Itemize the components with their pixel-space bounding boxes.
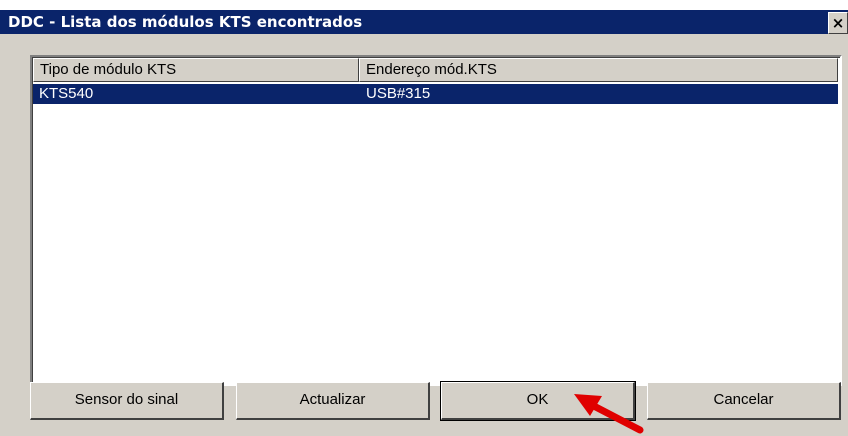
actualizar-button[interactable]: Actualizar (236, 382, 430, 420)
window-title: DDC - Lista dos módulos KTS encontrados (8, 13, 363, 31)
list-frame: Tipo de módulo KTS Endereço mód.KTS KTS5… (32, 57, 840, 384)
red-arrow-icon (574, 394, 644, 434)
arrow-shaft (586, 400, 644, 434)
table-row[interactable]: KTS540 USB#315 (33, 84, 838, 104)
close-button[interactable]: × (828, 12, 848, 34)
cell-endereco: USB#315 (366, 85, 431, 102)
title-bar: DDC - Lista dos módulos KTS encontrados … (0, 10, 848, 34)
column-header-tipo[interactable]: Tipo de módulo KTS (33, 58, 359, 82)
kts-module-list[interactable]: Tipo de módulo KTS Endereço mód.KTS KTS5… (30, 55, 842, 386)
column-header-endereco[interactable]: Endereço mód.KTS (359, 58, 838, 82)
cell-tipo: KTS540 (39, 85, 94, 102)
dialog-body: Tipo de módulo KTS Endereço mód.KTS KTS5… (0, 34, 848, 436)
sensor-do-sinal-button[interactable]: Sensor do sinal (30, 382, 224, 420)
cancelar-button[interactable]: Cancelar (647, 382, 841, 420)
